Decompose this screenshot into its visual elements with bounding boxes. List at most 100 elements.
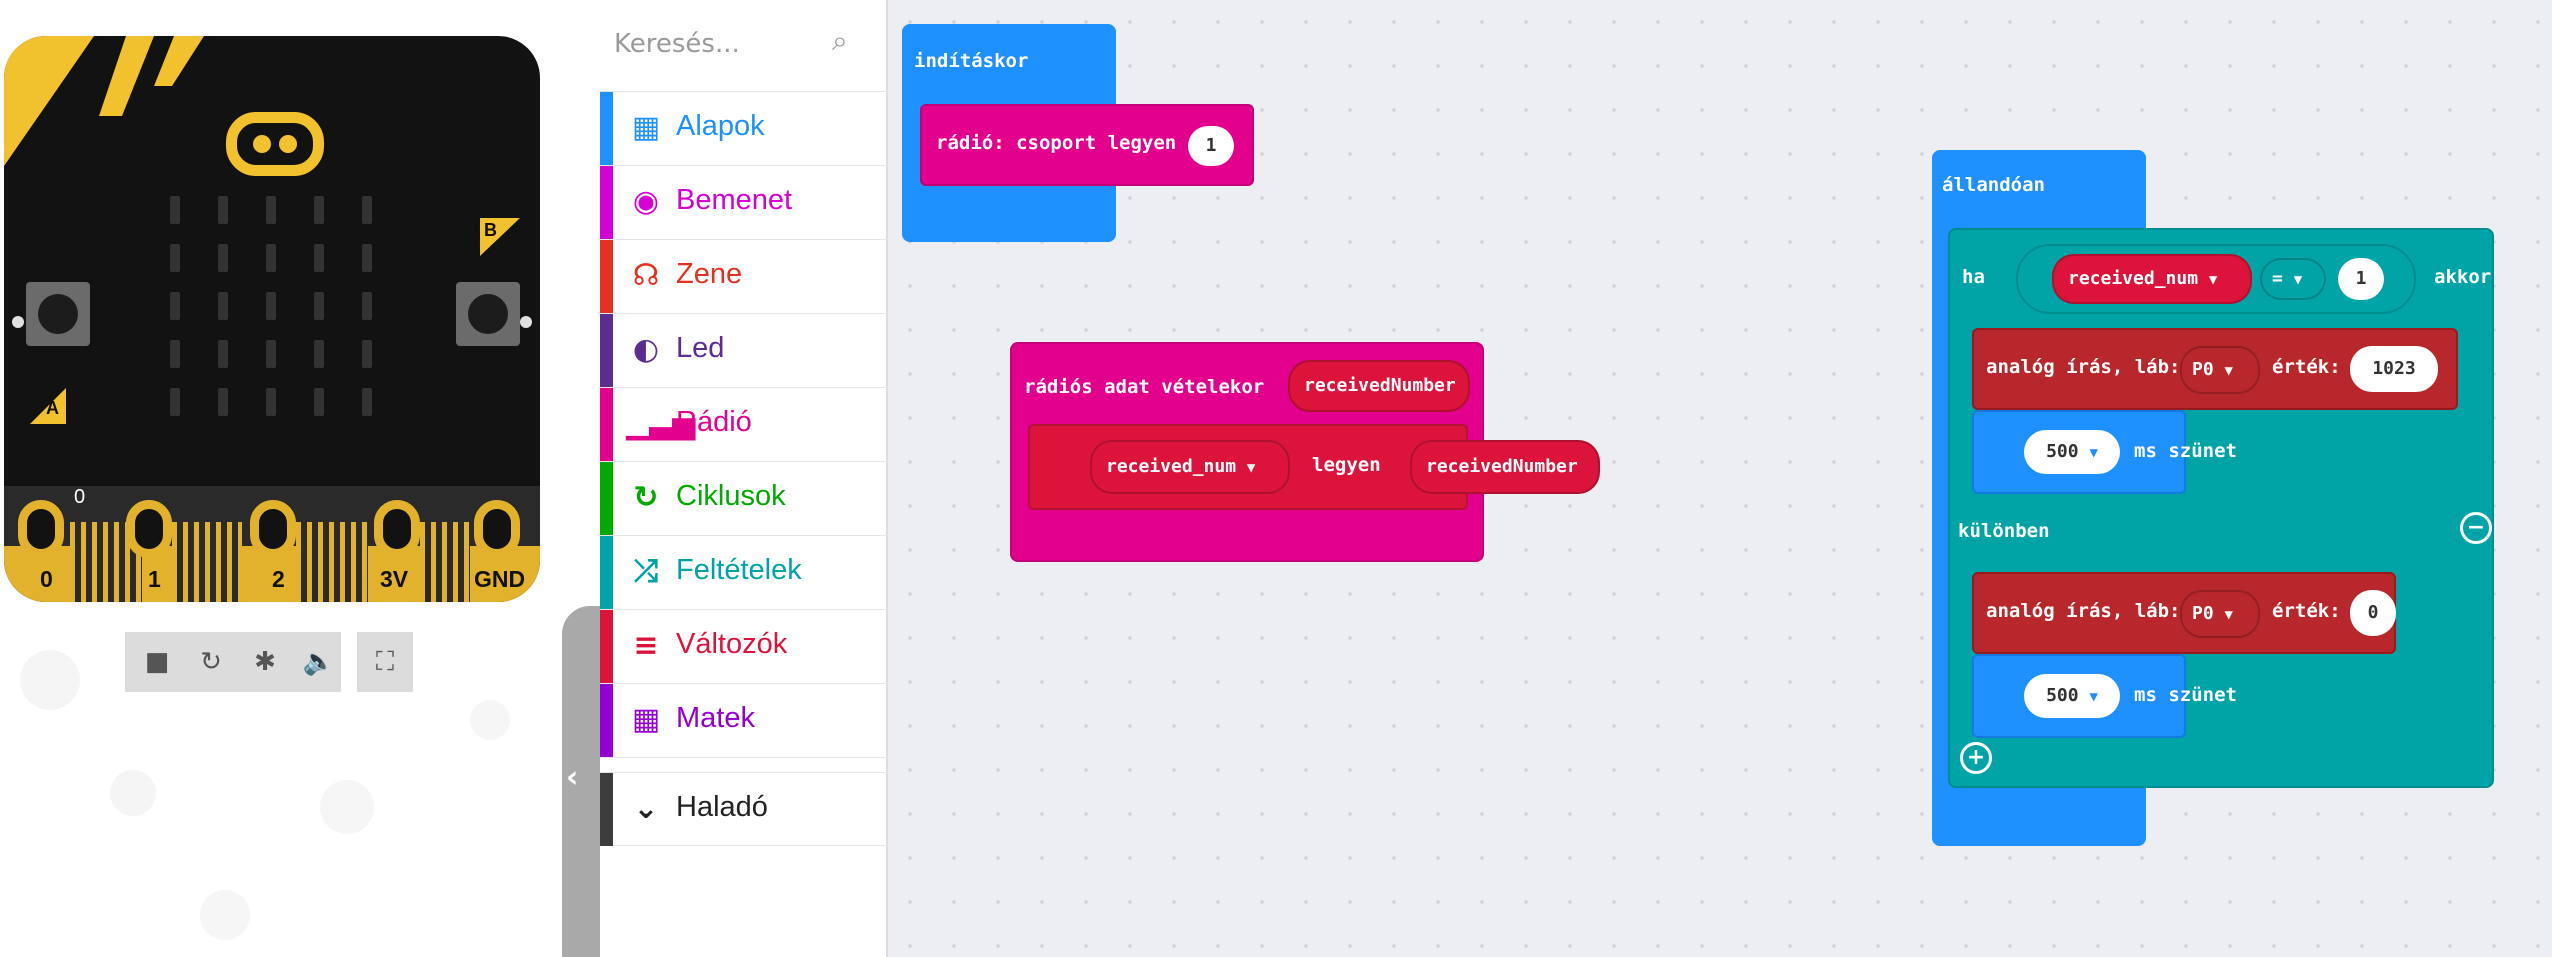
pause-duration-dropdown[interactable]: 500 ▼	[2024, 674, 2120, 718]
variable-dropdown[interactable]: received_num ▼	[1090, 440, 1290, 494]
received-number-param[interactable]: receivedNumber	[1288, 360, 1470, 412]
dropdown-arrow-icon: ▼	[2293, 272, 2303, 288]
set-variable-block[interactable]: received_num ▼ legyen receivedNumber	[1028, 424, 1600, 510]
else-label: különben	[1958, 520, 2050, 542]
radio-set-group-block[interactable]: rádió: csoport legyen 1	[920, 104, 1254, 186]
pin-1-hole[interactable]	[126, 500, 172, 558]
category-color-bar	[600, 314, 613, 387]
fullscreen-icon[interactable]: ⛶	[357, 632, 413, 692]
analog-write-block-1[interactable]: analóg írás, láb: P0 ▼ érték: 1023	[1972, 328, 2458, 410]
set-value-reporter[interactable]: receivedNumber	[1410, 440, 1600, 494]
category-alapok[interactable]: ▦ Alapok	[600, 92, 888, 166]
pin-gnd-hole[interactable]	[474, 500, 520, 558]
screw-right	[520, 316, 532, 328]
minus-circle-icon[interactable]: −	[2460, 512, 2492, 544]
button-b[interactable]	[456, 282, 520, 346]
screw-left	[12, 316, 24, 328]
pause-duration: 500	[2046, 441, 2079, 462]
pause-block-1[interactable]: 500 ▼ ms szünet	[1972, 410, 2237, 494]
pause-label: ms szünet	[2134, 684, 2237, 706]
dropdown-arrow-icon: ▼	[2089, 445, 2098, 461]
category-color-bar	[600, 92, 613, 165]
pin-dropdown[interactable]: P0 ▼	[2180, 346, 2260, 394]
category-halado[interactable]: ⌄ Haladó	[600, 772, 888, 846]
led-matrix	[170, 196, 390, 436]
analog-write-label: analóg írás, láb:	[1986, 356, 2181, 378]
calculator-icon: ▦	[631, 702, 661, 737]
category-label: Haladó	[676, 791, 768, 823]
analog-value[interactable]: 1023	[2350, 346, 2438, 392]
category-feltetelek[interactable]: ⤮ Feltételek	[600, 536, 888, 610]
category-zene[interactable]: ☊ Zene	[600, 240, 888, 314]
analog-value[interactable]: 0	[2350, 590, 2396, 636]
radio-group-value[interactable]: 1	[1188, 126, 1234, 166]
category-bemenet[interactable]: ◉ Bemenet	[600, 166, 888, 240]
button-a-label: A	[30, 384, 70, 424]
category-label: Zene	[676, 258, 743, 290]
condition-value[interactable]: 1	[2338, 258, 2384, 300]
analog-write-block-2[interactable]: analóg írás, láb: P0 ▼ érték: 0	[1972, 572, 2396, 654]
value-label: érték:	[2272, 600, 2341, 622]
category-led[interactable]: ◐ Led	[600, 314, 888, 388]
set-var-name: received_num	[1106, 456, 1237, 477]
category-label: Matek	[676, 702, 755, 734]
compare-operator[interactable]: = ▼	[2260, 258, 2326, 300]
category-ciklusok[interactable]: ↻ Ciklusok	[600, 462, 888, 536]
pause-block-2[interactable]: 500 ▼ ms szünet	[1972, 654, 2237, 738]
shuffle-icon: ⤮	[634, 554, 658, 589]
headphones-icon: ☊	[632, 258, 660, 293]
category-color-bar	[600, 773, 613, 846]
category-color-bar	[600, 166, 613, 239]
condition-variable[interactable]: received_num ▼	[2052, 254, 2252, 304]
forever-label: állandóan	[1942, 174, 2045, 196]
value-label: érték:	[2272, 356, 2341, 378]
simulator-toolbar: ■ ↻ ✱ 🔈 ⛶	[125, 632, 413, 692]
sound-icon[interactable]: 🔈	[287, 632, 351, 692]
category-color-bar	[600, 610, 613, 683]
category-matek[interactable]: ▦ Matek	[600, 684, 888, 758]
pin-3v-hole[interactable]	[374, 500, 420, 558]
search-input[interactable]	[614, 24, 814, 64]
pin0-value: 0	[74, 486, 86, 508]
pin-2-hole[interactable]	[250, 500, 296, 558]
category-color-bar	[600, 684, 613, 757]
on-start-label: indításkor	[914, 50, 1029, 72]
grid-icon: ▦	[631, 110, 661, 145]
then-label: akkor	[2434, 266, 2492, 288]
on-radio-received-label: rádiós adat vételekor	[1024, 376, 1265, 398]
toolbox-search: ⌕	[600, 0, 888, 92]
refresh-icon: ↻	[633, 480, 659, 515]
pause-duration-dropdown[interactable]: 500 ▼	[2024, 430, 2120, 474]
category-label: Bemenet	[676, 184, 793, 216]
category-label: Feltételek	[676, 554, 802, 586]
category-color-bar	[600, 536, 613, 609]
category-radio[interactable]: ▁▃▅ Rádió	[600, 388, 888, 462]
pin-label-2: 2	[272, 566, 285, 592]
pin-name: P0	[2192, 359, 2214, 380]
chevron-down-icon: ⌄	[633, 791, 659, 826]
microbit-board: A B 0 0 1 2 3V GND	[4, 36, 540, 602]
button-b-label: B	[480, 218, 520, 258]
dropdown-arrow-icon: ▼	[2224, 363, 2233, 379]
category-color-bar	[600, 388, 613, 461]
condition-variable-name: received_num	[2068, 268, 2199, 289]
condition-compare-block[interactable]: received_num ▼ = ▼ 1	[2016, 244, 2416, 314]
blocks-workspace[interactable]: indításkor rádió: csoport legyen 1 rádió…	[888, 0, 2552, 957]
plus-circle-icon[interactable]: +	[1960, 742, 1992, 774]
dropdown-arrow-icon: ▼	[1246, 460, 1256, 476]
pin-dropdown[interactable]: P0 ▼	[2180, 590, 2260, 638]
category-label: Ciklusok	[676, 480, 786, 512]
chevron-left-icon[interactable]: ‹	[566, 758, 590, 798]
pin-name: P0	[2192, 603, 2214, 624]
edge-connector: 0 0 1 2 3V GND	[4, 486, 540, 602]
search-icon[interactable]: ⌕	[832, 24, 872, 64]
pin-0-hole[interactable]	[18, 500, 64, 558]
toggle-icon: ◐	[632, 332, 660, 367]
pin-label-0: 0	[40, 566, 53, 592]
set-label: legyen	[1312, 454, 1381, 476]
lines-icon: ≡	[633, 628, 659, 663]
dropdown-arrow-icon: ▼	[2089, 689, 2098, 705]
button-a[interactable]	[26, 282, 90, 346]
category-label: Led	[676, 332, 725, 364]
category-valtozok[interactable]: ≡ Változók	[600, 610, 888, 684]
